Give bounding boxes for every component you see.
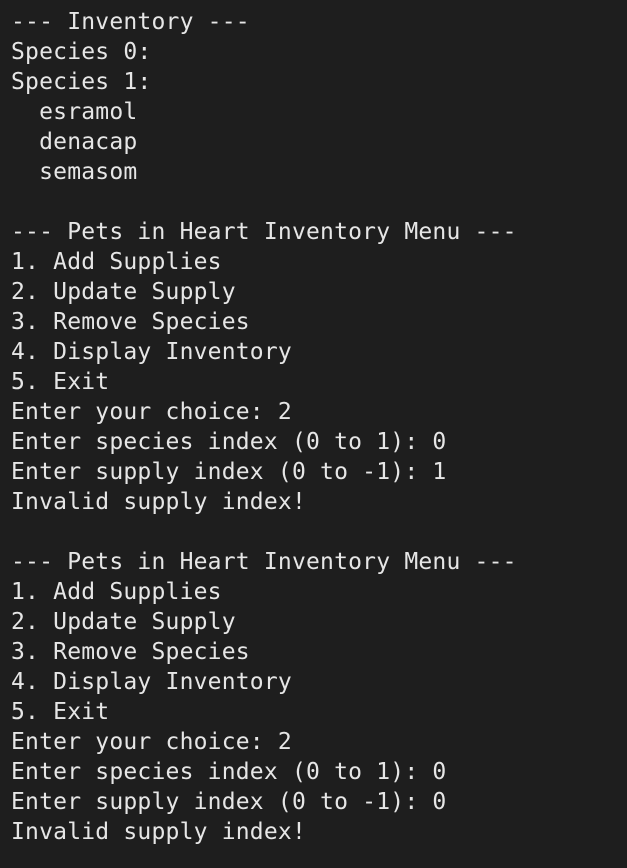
menu-option-add-supplies: 1. Add Supplies bbox=[11, 249, 222, 275]
inventory-header: --- Inventory --- bbox=[11, 9, 250, 35]
species-0-label: Species 0: bbox=[11, 39, 152, 65]
menu-option-update-supply: 2. Update Supply bbox=[11, 609, 236, 635]
species-index-prompt: Enter species index (0 to 1): 0 bbox=[11, 759, 447, 785]
supply-index-prompt: Enter supply index (0 to -1): 1 bbox=[11, 459, 447, 485]
supply-item: denacap bbox=[11, 129, 138, 155]
species-index-prompt: Enter species index (0 to 1): 0 bbox=[11, 429, 447, 455]
menu-header: --- Pets in Heart Inventory Menu --- bbox=[11, 549, 517, 575]
menu-option-exit: 5. Exit bbox=[11, 699, 110, 725]
supply-item: semasom bbox=[11, 159, 138, 185]
menu-option-update-supply: 2. Update Supply bbox=[11, 279, 236, 305]
menu-option-remove-species: 3. Remove Species bbox=[11, 639, 250, 665]
choice-prompt: Enter your choice: 2 bbox=[11, 729, 292, 755]
choice-prompt: Enter your choice: 2 bbox=[11, 399, 292, 425]
menu-option-display-inventory: 4. Display Inventory bbox=[11, 339, 292, 365]
menu-option-display-inventory: 4. Display Inventory bbox=[11, 669, 292, 695]
menu-option-remove-species: 3. Remove Species bbox=[11, 309, 250, 335]
menu-option-exit: 5. Exit bbox=[11, 369, 110, 395]
menu-option-add-supplies: 1. Add Supplies bbox=[11, 579, 222, 605]
error-message: Invalid supply index! bbox=[11, 819, 306, 845]
terminal-output[interactable]: --- Inventory --- Species 0: Species 1: … bbox=[0, 0, 627, 868]
error-message: Invalid supply index! bbox=[11, 489, 306, 515]
supply-item: esramol bbox=[11, 99, 138, 125]
species-1-label: Species 1: bbox=[11, 69, 152, 95]
supply-index-prompt: Enter supply index (0 to -1): 0 bbox=[11, 789, 447, 815]
menu-header: --- Pets in Heart Inventory Menu --- bbox=[11, 219, 517, 245]
